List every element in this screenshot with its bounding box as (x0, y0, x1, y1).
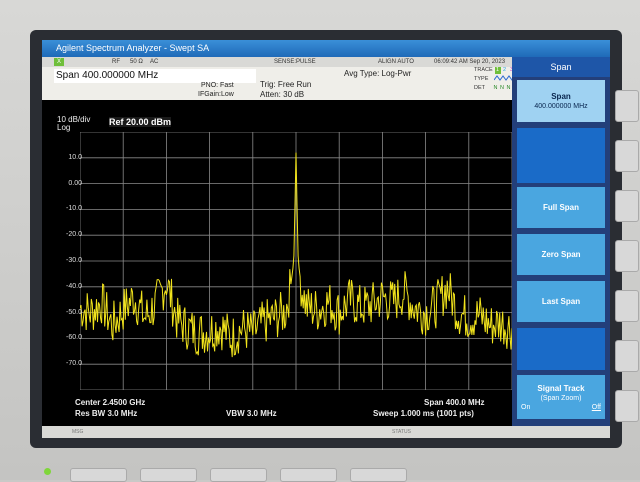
y-tick-label: 0.00 (68, 179, 82, 187)
power-led (44, 468, 51, 475)
hw-softkey-2[interactable] (615, 140, 639, 172)
zero-span-button[interactable]: Zero Span (517, 234, 605, 275)
y-tick-label: -70.0 (66, 360, 82, 368)
message-bar: MSG STATUS (42, 426, 610, 438)
analyzer-screen: Agilent Spectrum Analyzer - Swept SA RF … (42, 40, 610, 438)
center-freq[interactable]: Center 2.4500 GHz (75, 398, 145, 407)
sweep-time[interactable]: Sweep 1.000 ms (1001 pts) (373, 409, 474, 418)
pno-readout: PNO: Fast (201, 82, 234, 89)
softkey-menu-title: Span (512, 57, 610, 77)
align-indicator: ALIGN AUTO (378, 59, 414, 65)
y-tick-label: -50.0 (66, 308, 82, 316)
span-softkey[interactable]: Span 400.000000 MHz (517, 80, 605, 122)
meas-header: Span 400.000000 MHz PNO: Fast IFGain:Low… (42, 67, 534, 100)
y-tick-label: 10.0 (68, 153, 82, 161)
spectrum-plot (80, 132, 512, 390)
window-title: Agilent Spectrum Analyzer - Swept SA (42, 40, 610, 57)
rf-indicator: RF (112, 59, 120, 65)
scale-type: Log (57, 123, 71, 132)
hw-softkey-5[interactable] (615, 290, 639, 322)
y-tick-label: -20.0 (66, 231, 82, 239)
avg-type-readout: Avg Type: Log-Pwr (344, 69, 412, 78)
signal-track-label: Signal Track (537, 383, 585, 393)
atten-readout: Atten: 30 dB (260, 90, 305, 99)
ref-level[interactable]: Ref 20.00 dBm (109, 117, 172, 127)
status-label: STATUS (392, 429, 411, 435)
span-readout[interactable]: Span 400.000000 MHz (54, 69, 256, 83)
vbw[interactable]: VBW 3.0 MHz (226, 409, 277, 418)
trace-number-2: 2 (503, 67, 507, 73)
det-label: DET (474, 85, 485, 91)
ifgain-readout: IFGain:Low (198, 91, 234, 98)
signal-track-on: On (521, 403, 531, 411)
coupling-indicator: AC (150, 59, 159, 65)
y-tick-label: -10.0 (66, 205, 82, 213)
blank-softkey (517, 128, 605, 183)
type-label: TYPE (474, 76, 489, 82)
hw-softkey-7[interactable] (615, 390, 639, 422)
scale-readout: 10 dB/div Log (57, 116, 90, 132)
measure-x-icon: X (54, 58, 64, 66)
y-tick-label: -30.0 (66, 257, 82, 264)
hw-softkey-1[interactable] (615, 90, 639, 122)
res-bw[interactable]: Res BW 3.0 MHz (75, 409, 137, 418)
span-softkey-value: 400.000000 MHz (534, 103, 588, 110)
trace-label: TRACE (474, 67, 493, 73)
signal-track-button[interactable]: Signal Track (Span Zoom) On Off (517, 375, 605, 419)
span-footer[interactable]: Span 400.0 MHz (424, 398, 484, 407)
blank-softkey-2 (517, 328, 605, 370)
hw-softkey-6[interactable] (615, 340, 639, 372)
signal-track-off: Off (591, 403, 601, 411)
hw-softkey-3[interactable] (615, 190, 639, 222)
sense-indicator: SENSE:PULSE (274, 59, 316, 65)
last-span-button[interactable]: Last Span (517, 281, 605, 322)
trigger-readout: Trig: Free Run (260, 80, 312, 89)
trace-number-1: 1 (494, 67, 501, 74)
signal-track-sub: (Span Zoom) (540, 394, 582, 402)
span-softkey-label: Span (551, 92, 571, 101)
y-tick-label: -60.0 (66, 334, 82, 342)
impedance-indicator: 50 Ω (130, 59, 143, 65)
full-span-button[interactable]: Full Span (517, 187, 605, 228)
status-bar: RF 50 Ω AC SENSE:PULSE ALIGN AUTO 06:09:… (42, 57, 512, 67)
msg-label: MSG (72, 429, 84, 435)
y-tick-label: -40.0 (66, 282, 82, 290)
hw-softkey-4[interactable] (615, 240, 639, 272)
